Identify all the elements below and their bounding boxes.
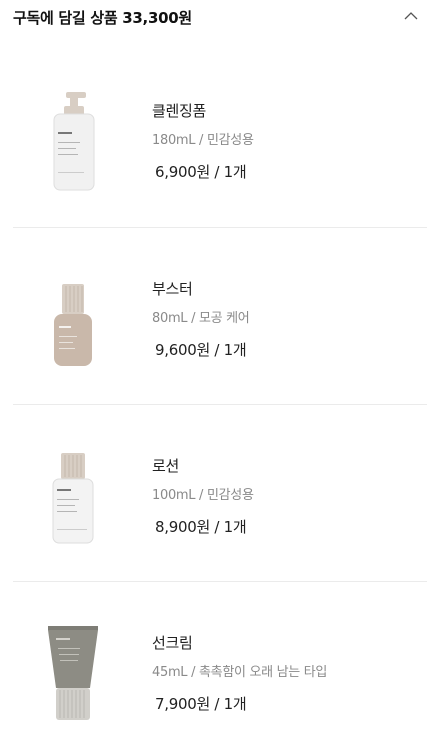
product-spec: 80mL / 모공 케어 (152, 311, 250, 326)
product-item: 클렌징폼 180mL / 민감성용 6,900원 / 1개 (0, 0, 437, 191)
product-price: 7,900원 / 1개 (155, 695, 247, 713)
product-item: 부스터 80mL / 모공 케어 9,600원 / 1개 (0, 178, 437, 366)
product-name[interactable]: 로션 (152, 455, 179, 476)
product-spec: 100mL / 민감성용 (152, 488, 254, 503)
product-spec: 180mL / 민감성용 (152, 133, 254, 148)
product-item: 선크림 45mL / 촉촉함이 오래 남는 타입 7,900원 / 1개 (0, 532, 437, 720)
product-name[interactable]: 선크림 (152, 632, 193, 653)
product-item: 로션 100mL / 민감성용 8,900원 / 1개 (0, 355, 437, 544)
sunscreen-image[interactable] (42, 626, 104, 736)
product-spec: 45mL / 촉촉함이 오래 남는 타입 (152, 665, 328, 680)
product-name[interactable]: 부스터 (152, 278, 193, 299)
product-name[interactable]: 클렌징폼 (152, 100, 206, 121)
